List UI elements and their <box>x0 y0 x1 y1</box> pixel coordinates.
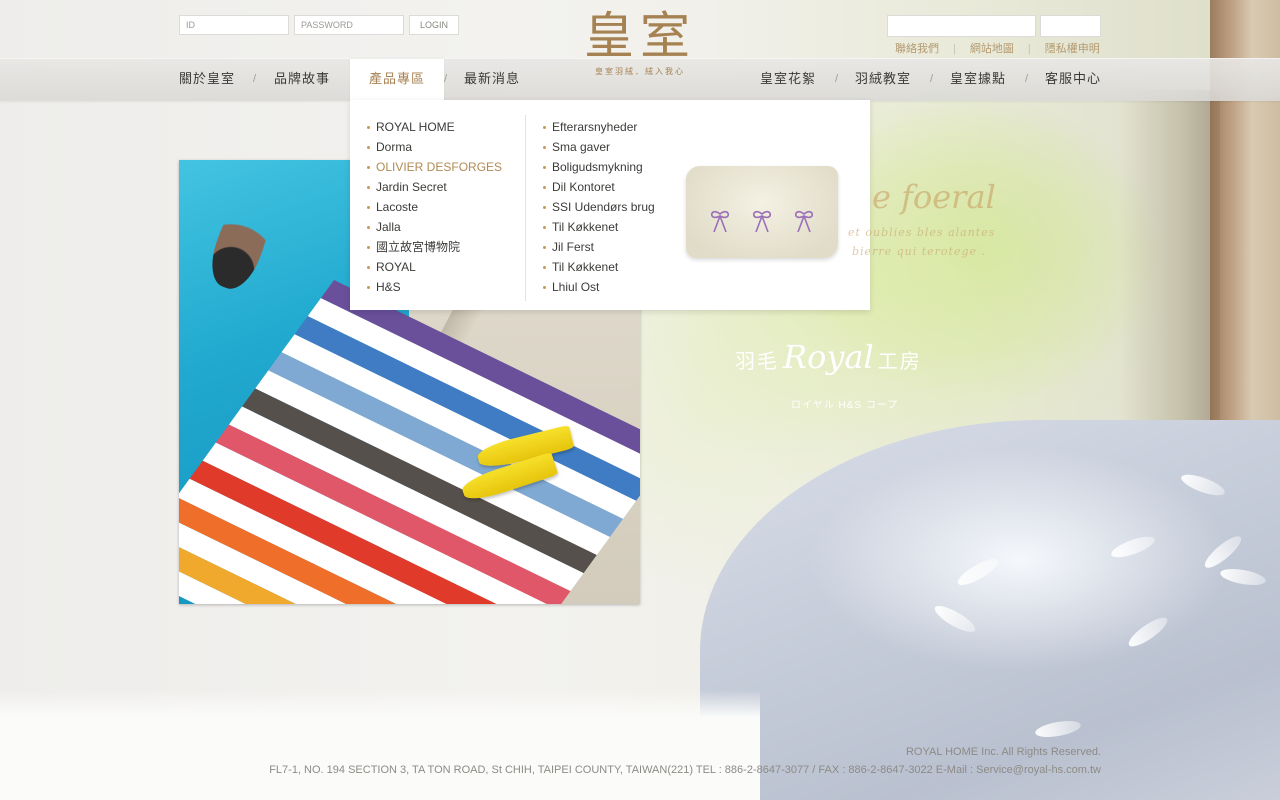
nav-separator: / <box>930 73 934 85</box>
nav-item-highlights[interactable]: 皇室花絮 <box>760 59 816 101</box>
dropdown-item[interactable]: SSI Udendørs brug <box>543 197 655 217</box>
contact-link[interactable]: 聯絡我們 <box>895 40 939 56</box>
dropdown-item[interactable]: ROYAL <box>367 257 502 277</box>
pillow-product-image[interactable] <box>686 166 838 258</box>
dropdown-category-list: Efterarsnyheder Sma gaver Boligudsmyknin… <box>543 117 655 297</box>
dropdown-item[interactable]: Jalla <box>367 217 502 237</box>
nav-separator: / <box>1025 73 1029 85</box>
nav-item-down-class[interactable]: 羽絨教室 <box>855 59 911 101</box>
dropdown-item[interactable]: Lacoste <box>367 197 502 217</box>
ribbon-bow-icon <box>752 210 772 233</box>
nav-separator: / <box>253 73 257 85</box>
search-button[interactable] <box>1040 15 1101 37</box>
nav-item-customer-service[interactable]: 客服中心 <box>1045 59 1101 101</box>
royal-logo-script: Royal <box>783 338 874 376</box>
nav-separator: / <box>444 73 448 85</box>
products-dropdown: ROYAL HOME Dorma OLIVIER DESFORGES Jardi… <box>350 100 870 310</box>
background-window-shadow <box>1120 90 1220 470</box>
decor-script-title: e foeral <box>872 178 996 216</box>
dropdown-item[interactable]: H&S <box>367 277 502 297</box>
dropdown-divider <box>525 115 526 301</box>
nav-item-products[interactable]: 產品專區 <box>350 59 445 103</box>
ribbon-bow-icon <box>794 210 814 233</box>
dropdown-item[interactable]: Dil Kontoret <box>543 177 655 197</box>
dropdown-item[interactable]: Lhiul Ost <box>543 277 655 297</box>
footer-copyright: ROYAL HOME Inc. All Rights Reserved. <box>905 746 1101 758</box>
password-input[interactable]: PASSWORD <box>294 15 404 35</box>
dropdown-item[interactable]: Jil Ferst <box>543 237 655 257</box>
search-input[interactable] <box>887 15 1036 37</box>
utility-links: 聯絡我們 | 網站地圖 | 隱私權申明 <box>895 40 1100 56</box>
dropdown-item-active[interactable]: OLIVIER DESFORGES <box>367 157 502 177</box>
login-button[interactable]: LOGIN <box>409 15 459 35</box>
nav-item-about[interactable]: 關於皇室 <box>179 59 235 101</box>
logo-tagline: 皇室羽絨．絨入我心 <box>595 67 685 76</box>
privacy-link[interactable]: 隱私權申明 <box>1045 40 1100 56</box>
nav-separator: / <box>835 73 839 85</box>
dropdown-item[interactable]: ROYAL HOME <box>367 117 502 137</box>
dropdown-item[interactable]: 國立故宮博物院 <box>367 237 502 257</box>
nav-item-news[interactable]: 最新消息 <box>464 59 520 101</box>
footer-fade <box>0 690 760 800</box>
dropdown-item[interactable]: Efterarsnyheder <box>543 117 655 137</box>
utility-separator: | <box>1027 43 1031 55</box>
dropdown-brand-list: ROYAL HOME Dorma OLIVIER DESFORGES Jardi… <box>367 117 502 297</box>
nav-item-brand-story[interactable]: 品牌故事 <box>274 59 330 101</box>
site-logo[interactable]: 皇室 皇室羽絨．絨入我心 <box>578 8 702 92</box>
dropdown-item[interactable]: Til Køkkenet <box>543 217 655 237</box>
utility-separator: | <box>953 43 956 55</box>
sitemap-link[interactable]: 網站地圖 <box>970 40 1014 56</box>
royal-workshop-logo: 羽毛 Royal 工房 ロイヤル H&S コープ <box>735 338 975 418</box>
royal-logo-subtitle: ロイヤル H&S コープ <box>791 400 899 411</box>
decor-script-line: et oublies bles alantes <box>848 226 996 239</box>
dropdown-item[interactable]: Boligudsmykning <box>543 157 655 177</box>
nav-item-locations[interactable]: 皇室據點 <box>950 59 1006 101</box>
dropdown-item[interactable]: Dorma <box>367 137 502 157</box>
dropdown-item[interactable]: Sma gaver <box>543 137 655 157</box>
logo-text: 皇室 <box>584 7 696 65</box>
dropdown-item[interactable]: Til Køkkenet <box>543 257 655 277</box>
royal-logo-cjk: 羽毛 <box>735 349 779 373</box>
decor-script-line: bierre qui terotege . <box>852 245 987 258</box>
id-input[interactable]: ID <box>179 15 289 35</box>
dropdown-item[interactable]: Jardin Secret <box>367 177 502 197</box>
royal-logo-cjk: 工房 <box>877 349 922 373</box>
ribbon-bow-icon <box>710 210 730 233</box>
footer-address: FL7-1, NO. 194 SECTION 3, TA TON ROAD, S… <box>269 764 1101 776</box>
